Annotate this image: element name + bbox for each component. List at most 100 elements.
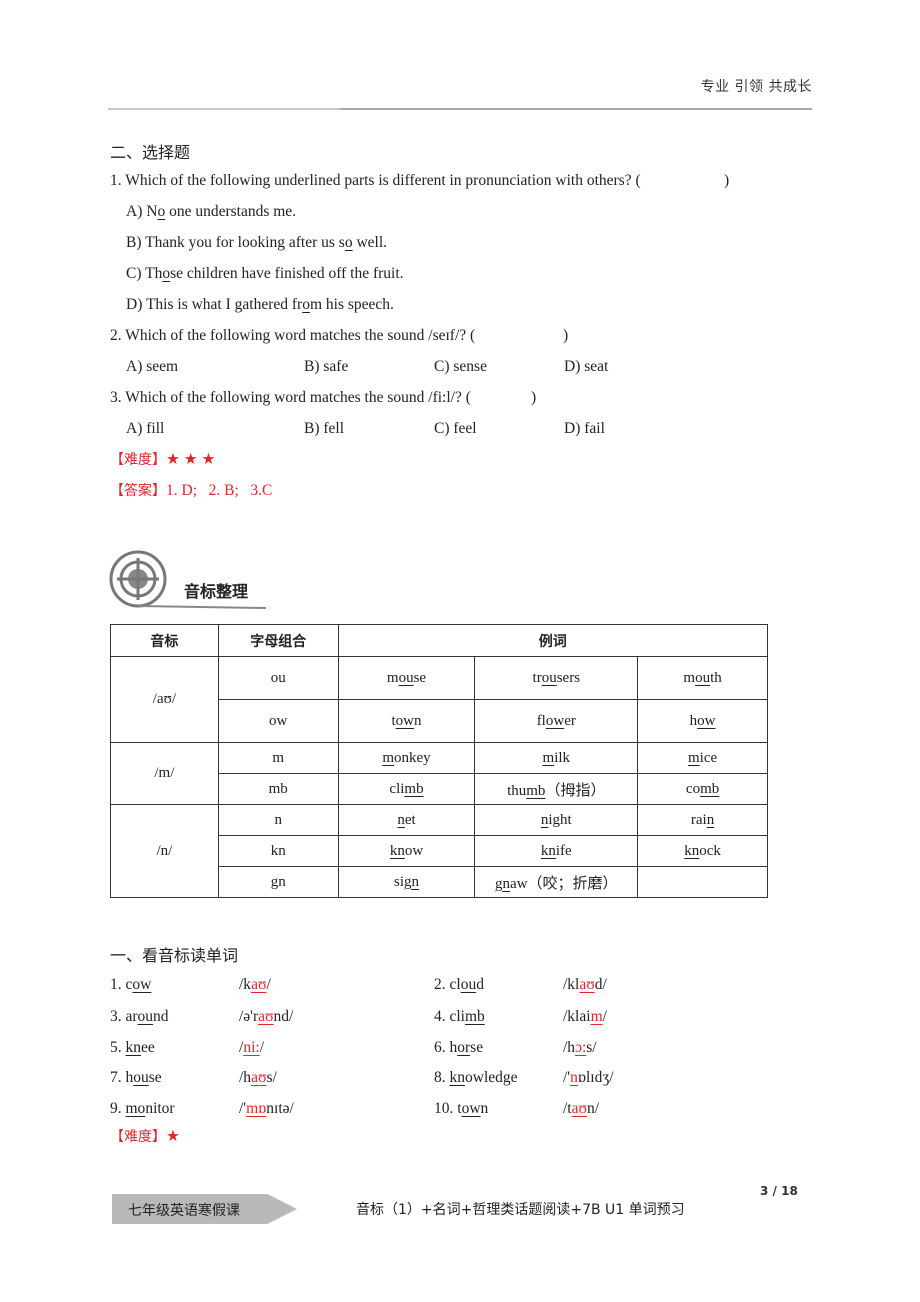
q1-option-a: A) No one understands me. (126, 204, 296, 220)
underlined-letters: m (542, 749, 555, 766)
word-part: cli (389, 780, 405, 797)
word-part: cl (449, 976, 461, 993)
word-part: th (710, 669, 722, 686)
word-part: tr (532, 669, 542, 686)
highlighted-sound: mɒ (246, 1100, 267, 1117)
difficulty-stars: ★ (166, 1128, 180, 1145)
phonetics-section-header: 音标整理 (108, 550, 268, 612)
word-number: 5. (110, 1039, 126, 1056)
underlined-letters: ou (398, 669, 414, 686)
word-part: d (476, 976, 484, 993)
phonetics-table: 音标 字母组合 例词 /aʊ/ou mouse trousers mouth ow tow… (110, 624, 769, 898)
example-word-cell (637, 866, 768, 898)
word-part: ee (141, 1039, 155, 1056)
word-part: n (480, 1100, 489, 1117)
answer-paren-close: ) (531, 389, 537, 406)
q1-option-c: C) Those children have finished off the … (126, 266, 404, 282)
example-word-cell: sign (337, 866, 476, 898)
underlined-part: o (344, 234, 353, 251)
option-text: m his speech. (309, 296, 394, 313)
q3-option-a: A) fill (126, 420, 165, 437)
difficulty-line: 【难度】★ ★ ★ (110, 452, 215, 468)
highlighted-sound: aʊ (251, 1069, 267, 1086)
word-part: onkey (394, 749, 431, 766)
example-word-cell: thumb（拇指） (474, 773, 639, 805)
word-part: aw（咬；折磨） (510, 875, 618, 892)
underlined-letters: ow (461, 1100, 481, 1117)
example-word-cell: flower (474, 699, 639, 743)
letter-combo-cell: gn (217, 866, 339, 898)
underlined-letters: or (457, 1039, 471, 1056)
example-word-cell: town (337, 699, 476, 743)
word-part: er (564, 712, 576, 729)
underlined-letters: m (382, 749, 394, 766)
underlined-letters: ou (133, 1069, 149, 1086)
vocab-phonetic: /klaʊd/ (563, 976, 607, 994)
header-divider (108, 108, 812, 110)
phonetic-symbol-cell: /n/ (110, 804, 219, 898)
q3-option-c: C) feel (434, 420, 477, 437)
word-part: se (148, 1069, 162, 1086)
underlined-letters: ou (460, 976, 477, 993)
word-part: ife (555, 842, 572, 859)
word-part: n (414, 712, 422, 729)
example-word-cell: comb (637, 773, 768, 805)
q1-option-d: D) This is what I gathered from his spee… (126, 297, 394, 313)
header-combo: 字母组合 (217, 624, 339, 657)
example-word-cell: trousers (474, 656, 639, 700)
phonetic-part: s/ (266, 1069, 277, 1086)
example-word-cell: net (337, 804, 476, 836)
difficulty-label: 【难度】 (110, 1129, 166, 1145)
word-number: 9. (110, 1100, 126, 1117)
vocab-phonetic: /kaʊ/ (239, 976, 271, 994)
vocab-phonetic: /taʊn/ (563, 1100, 599, 1118)
example-word-cell: knife (474, 835, 639, 867)
letter-combo-cell: m (217, 742, 339, 774)
word-part: fl (536, 712, 546, 729)
vocab-phonetic: /klaim/ (563, 1008, 607, 1026)
example-word-cell: monkey (337, 742, 476, 774)
table-row: /n/n net night rain (110, 804, 768, 898)
word-part: co (685, 780, 701, 797)
word-part: sers (556, 669, 581, 686)
underlined-letters: n (706, 811, 715, 828)
vocab-word: 8. knowledge (434, 1069, 518, 1087)
q2-option-a: A) seem (126, 358, 179, 375)
course-tag-label: 七年级英语寒假课 (128, 1203, 240, 1219)
vocab-phonetic: /'mɒnɪtə/ (239, 1100, 294, 1118)
section-title-choice: 二、选择题 (110, 143, 191, 162)
vocab-word: 5. knee (110, 1039, 155, 1057)
vocab-word: 6. horse (434, 1039, 483, 1057)
example-word-cell: mouse (337, 656, 476, 700)
phonetics-section-title: 音标整理 (184, 582, 249, 601)
word-part: owledge (465, 1069, 518, 1086)
letter-combo-cell: ow (217, 699, 339, 743)
word-number: 6. (434, 1039, 450, 1056)
example-word-cell: gnaw（咬；折磨） (474, 866, 639, 898)
word-part: m (386, 669, 399, 686)
phonetic-part: /k (239, 976, 252, 993)
vocab-word: 7. house (110, 1069, 162, 1087)
word-part: m (683, 669, 696, 686)
q3-option-d: D) fail (564, 420, 605, 437)
vocab-phonetic: /hɔ:s/ (563, 1039, 597, 1057)
word-part: cli (449, 1008, 466, 1025)
word-part: ow (404, 842, 424, 859)
underlined-letters: kn (125, 1039, 142, 1056)
difficulty-stars: ★ ★ ★ (166, 451, 216, 468)
phonetic-symbol-cell: /aʊ/ (110, 656, 219, 743)
underlined-letters: kn (389, 842, 405, 859)
table-header-row: 音标 字母组合 例词 (110, 624, 769, 657)
option-text: well. (352, 234, 388, 251)
underlined-letters: m (688, 749, 700, 766)
highlighted-sound: aʊ (579, 976, 595, 993)
underlined-letters: mb (465, 1008, 485, 1025)
word-part: nitor (145, 1100, 175, 1117)
phonetic-part: /h (563, 1039, 576, 1056)
example-word-cell: mouth (637, 656, 768, 700)
underlined-letters: kn (540, 842, 556, 859)
word-part: （拇指） (545, 782, 606, 799)
phonetic-part: ɒlɪdʒ/ (577, 1069, 614, 1086)
phonetic-part: d/ (594, 976, 607, 993)
header-symbol: 音标 (110, 624, 219, 657)
